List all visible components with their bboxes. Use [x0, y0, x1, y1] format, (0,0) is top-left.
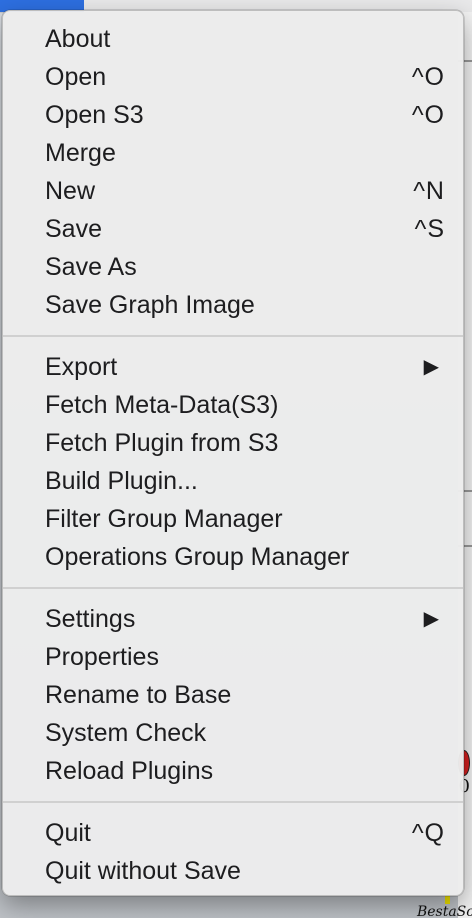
menu-item-open-s3[interactable]: Open S3 ^O [3, 96, 463, 134]
menu-item-label: Filter Group Manager [45, 505, 283, 533]
menu-item-shortcut: ^O [411, 63, 445, 91]
menu-item-about[interactable]: About [3, 20, 463, 58]
menu-item-label: Rename to Base [45, 681, 232, 709]
file-dropdown-menu: About Open ^O Open S3 ^O Merge New ^N Sa… [2, 10, 464, 896]
menu-item-build-plugin[interactable]: Build Plugin... [3, 462, 463, 500]
menu-item-label: Save [45, 215, 102, 243]
menu-item-quit-without-save[interactable]: Quit without Save [3, 852, 463, 890]
menu-item-settings[interactable]: Settings ▶ [3, 600, 463, 638]
menu-item-rename-to-base[interactable]: Rename to Base [3, 676, 463, 714]
menu-item-save[interactable]: Save ^S [3, 210, 463, 248]
menu-item-label: Save As [45, 253, 137, 281]
menu-item-save-graph-image[interactable]: Save Graph Image [3, 286, 463, 324]
menu-item-label: Merge [45, 139, 116, 167]
background-text: BestaSolia [416, 904, 472, 918]
menu-item-merge[interactable]: Merge [3, 134, 463, 172]
menu-item-operations-group-manager[interactable]: Operations Group Manager [3, 538, 463, 576]
triangle-right-icon: ▶ [423, 356, 439, 378]
menu-item-label: Reload Plugins [45, 757, 214, 785]
menu-item-reload-plugins[interactable]: Reload Plugins [3, 752, 463, 790]
menu-item-open[interactable]: Open ^O [3, 58, 463, 96]
menu-item-label: Export [45, 353, 118, 381]
menu-item-system-check[interactable]: System Check [3, 714, 463, 752]
menu-separator [3, 790, 463, 814]
menu-item-label: Fetch Plugin from S3 [45, 429, 279, 457]
menu-item-label: Fetch Meta-Data(S3) [45, 391, 279, 419]
menu-item-label: About [45, 25, 111, 53]
menu-item-export[interactable]: Export ▶ [3, 348, 463, 386]
menu-item-shortcut: ^O [411, 101, 445, 129]
menu-item-quit[interactable]: Quit ^Q [3, 814, 463, 852]
menu-item-shortcut: ^S [414, 215, 445, 243]
menu-item-new[interactable]: New ^N [3, 172, 463, 210]
menu-item-filter-group-manager[interactable]: Filter Group Manager [3, 500, 463, 538]
menu-item-label: System Check [45, 719, 207, 747]
menu-separator [3, 576, 463, 600]
menu-item-fetch-meta-data[interactable]: Fetch Meta-Data(S3) [3, 386, 463, 424]
menu-item-shortcut: ^Q [411, 819, 445, 847]
menu-item-label: Settings [45, 605, 136, 633]
menu-item-shortcut: ^N [413, 177, 445, 205]
menu-item-label: Properties [45, 643, 159, 671]
menu-item-fetch-plugin[interactable]: Fetch Plugin from S3 [3, 424, 463, 462]
menu-item-label: Open [45, 63, 107, 91]
menu-item-label: Save Graph Image [45, 291, 255, 319]
menu-item-label: Quit [45, 819, 91, 847]
menu-item-label: New [45, 177, 96, 205]
menu-item-save-as[interactable]: Save As [3, 248, 463, 286]
menu-item-label: Build Plugin... [45, 467, 198, 495]
menu-separator [3, 324, 463, 348]
menu-item-label: Quit without Save [45, 857, 241, 885]
menu-item-label: Operations Group Manager [45, 543, 350, 571]
menu-item-label: Open S3 [45, 101, 144, 129]
triangle-right-icon: ▶ [423, 608, 439, 630]
menu-item-properties[interactable]: Properties [3, 638, 463, 676]
